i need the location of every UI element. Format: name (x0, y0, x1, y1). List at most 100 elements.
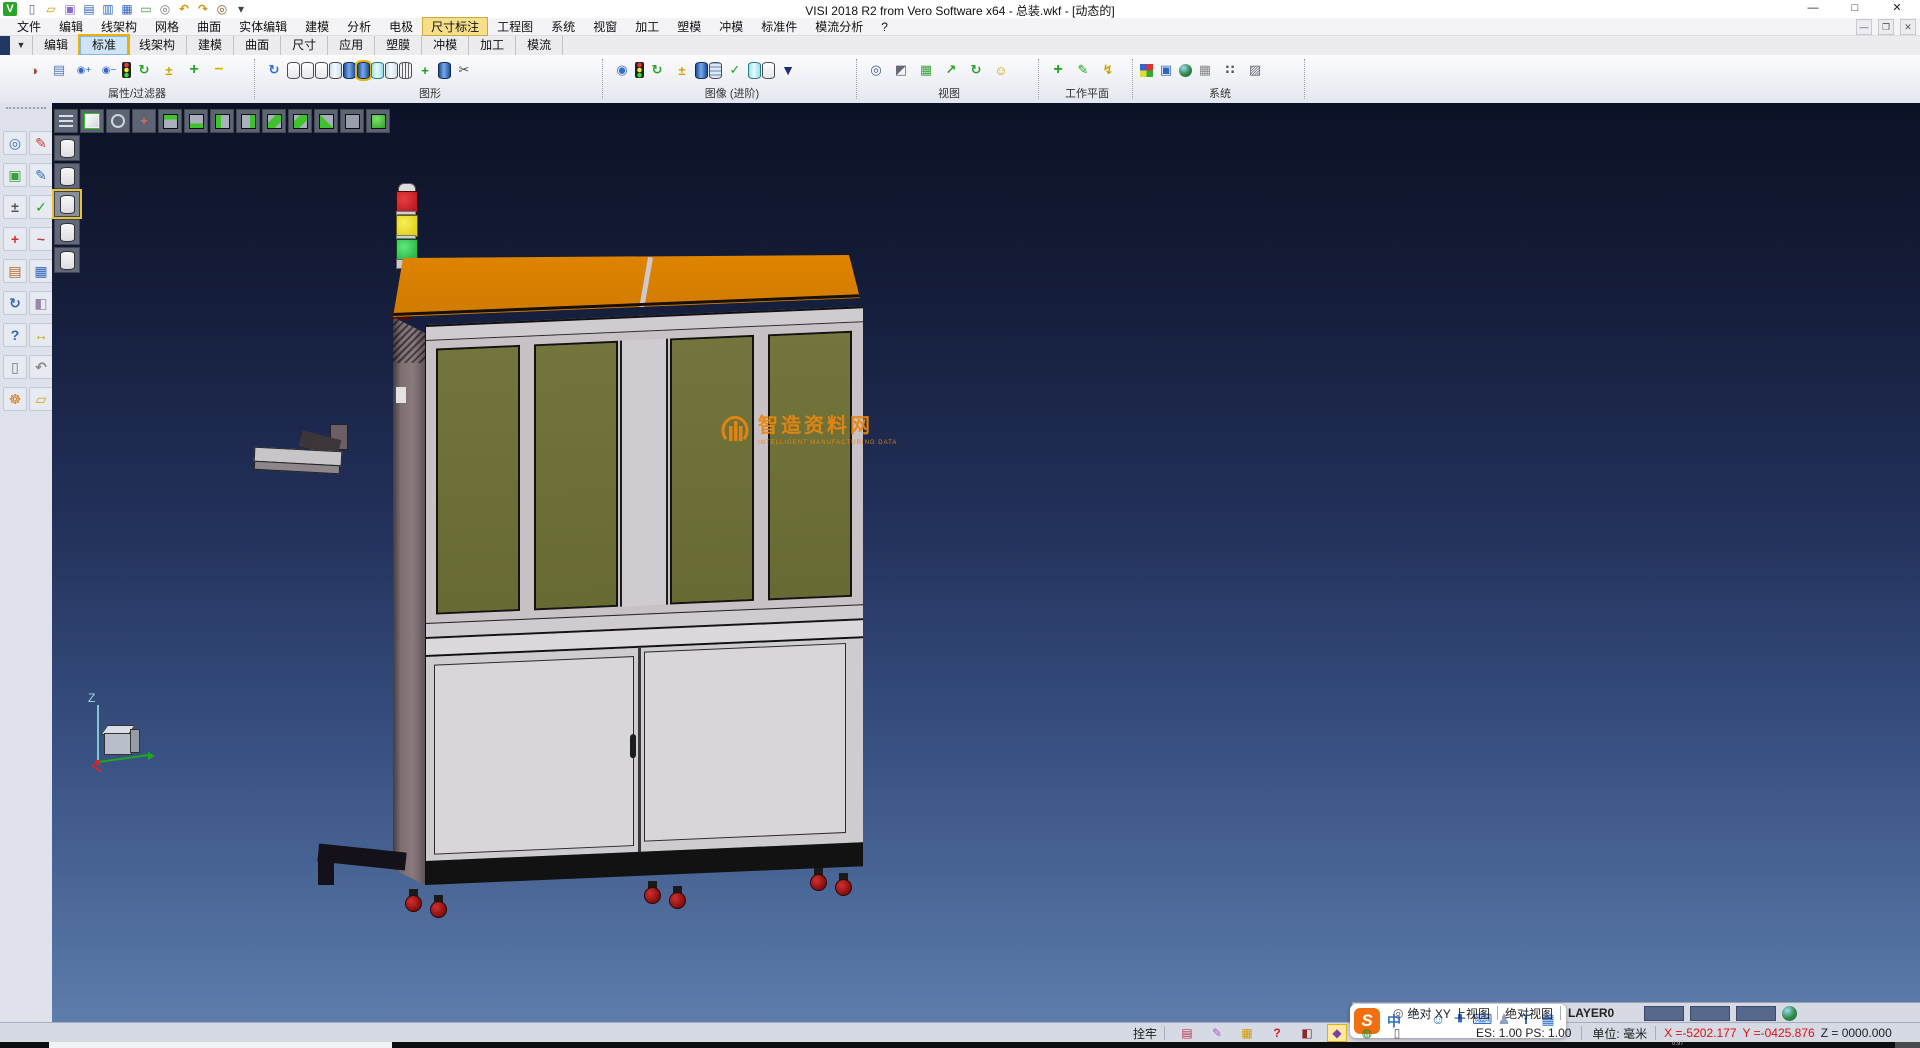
refresh-icon[interactable]: ↻ (3, 291, 27, 315)
menu-file[interactable]: 文件 (8, 17, 50, 36)
spline-icon[interactable]: ~ (29, 227, 53, 251)
tab-edit[interactable]: 编辑 (33, 36, 80, 55)
shading-add-icon[interactable]: + (413, 57, 437, 83)
save-as-icon[interactable]: ▥ (100, 1, 116, 17)
tab-mold[interactable]: 塑膜 (375, 36, 422, 55)
cube-top-view-icon[interactable] (158, 109, 182, 133)
workplane-lightning-icon[interactable]: ↯ (1096, 57, 1120, 83)
save-all-icon[interactable]: ▦ (119, 1, 135, 17)
page-preview-icon[interactable]: ▤ (47, 57, 71, 83)
taskbar-window[interactable] (49, 1042, 392, 1048)
mode-shaded-icon[interactable] (54, 191, 80, 217)
doc-close-button[interactable]: ✕ (1900, 19, 1916, 35)
graphics-tools-icon[interactable]: ✂ (452, 57, 476, 83)
sketch-curve-icon[interactable]: ✎ (29, 163, 53, 187)
active-cube-icon[interactable]: ◆ (1328, 1025, 1346, 1041)
cube-right-view-icon[interactable] (236, 109, 260, 133)
cube-arrow-icon[interactable]: ◧ (1298, 1025, 1316, 1041)
solid-cube-icon[interactable]: ◧ (29, 291, 53, 315)
mode-transparent-icon[interactable] (54, 219, 80, 245)
system-grid-icon[interactable]: ∷ (1218, 57, 1242, 83)
advanced-striped-icon[interactable] (709, 62, 722, 79)
snap-circle-icon[interactable]: ◍ (1358, 1025, 1376, 1041)
menu-standard-parts[interactable]: 标准件 (752, 17, 806, 36)
workplane-indicator[interactable]: 绝对 XY 上视图 (1407, 1005, 1489, 1022)
menu-mesh[interactable]: 网格 (146, 17, 188, 36)
traffic-light-icon[interactable] (122, 62, 131, 78)
eye-plus-icon[interactable]: + (182, 57, 206, 83)
advanced-check-icon[interactable]: ✓ (723, 57, 747, 83)
menu-system[interactable]: 系统 (542, 17, 584, 36)
system-globe-icon[interactable] (1179, 64, 1192, 77)
eye-refresh-icon[interactable]: ↻ (132, 57, 156, 83)
menu-help[interactable]: ? (872, 19, 897, 35)
print-icon[interactable]: ▭ (138, 1, 154, 17)
cube-bottom-view-icon[interactable] (184, 109, 208, 133)
system-screen-icon[interactable]: ▣ (1154, 57, 1178, 83)
zoom-icon[interactable] (106, 109, 130, 133)
tab-modeling[interactable]: 建模 (187, 36, 234, 55)
menu-edit[interactable]: 编辑 (50, 17, 92, 36)
mode-hidden-line-icon[interactable] (54, 163, 80, 189)
shading-copy-icon[interactable] (438, 62, 451, 79)
redo-icon[interactable]: ↷ (195, 1, 211, 17)
workplane-axes-icon[interactable]: + (1046, 57, 1070, 83)
undo-icon[interactable]: ↶ (176, 1, 192, 17)
advanced-shaded-icon[interactable] (695, 62, 708, 79)
eye-add-icon[interactable]: ◉+ (72, 57, 96, 83)
tab-die[interactable]: 冲模 (422, 36, 469, 55)
move-triad-icon[interactable]: + (3, 227, 27, 251)
mode-wireframe-icon[interactable] (54, 135, 80, 161)
funnel-icon[interactable]: ▼ (776, 57, 800, 83)
tab-wireframe[interactable]: 线架构 (128, 36, 187, 55)
tab-surface[interactable]: 曲面 (234, 36, 281, 55)
shading-transparent-icon[interactable] (371, 62, 384, 79)
tab-dropdown-button[interactable]: ▼ (10, 36, 33, 55)
window-layout-icon[interactable]: ▦ (29, 259, 53, 283)
attributes-books-icon[interactable]: ▤ (3, 259, 27, 283)
redraw-icon[interactable]: ↻ (262, 57, 286, 83)
tab-dimension[interactable]: 尺寸 (281, 36, 328, 55)
shading-dashed-icon[interactable] (315, 62, 328, 79)
mode-hatch-icon[interactable] (54, 247, 80, 273)
cube-back-view-icon[interactable] (288, 109, 312, 133)
open-file-icon[interactable]: ▱ (43, 1, 59, 17)
menu-electrode[interactable]: 电极 (380, 17, 422, 36)
close-button[interactable]: ✕ (1876, 0, 1918, 17)
menu-dimension[interactable]: 尺寸标注 (422, 17, 488, 36)
menu-wireframe[interactable]: 线架构 (92, 17, 146, 36)
cube-left-view-icon[interactable] (210, 109, 234, 133)
advanced-wireframe-icon[interactable] (762, 62, 775, 79)
status-button[interactable] (1644, 1006, 1684, 1021)
tab-machining[interactable]: 加工 (469, 36, 516, 55)
advanced-eye-plusminus-icon[interactable]: ± (670, 57, 694, 83)
viewport-3d[interactable]: + (52, 103, 1920, 1022)
eye-minus-icon[interactable]: − (207, 57, 231, 83)
fit-view-icon[interactable] (80, 109, 104, 133)
cube-iso-view-icon[interactable] (314, 109, 338, 133)
select-zoom-icon[interactable]: ◎ (3, 131, 27, 155)
view-indicator[interactable]: 绝对视图 (1505, 1005, 1553, 1022)
import-icon[interactable]: ▣ (62, 1, 78, 17)
open-folder-icon[interactable]: ▱ (29, 387, 53, 411)
status-button[interactable] (1736, 1006, 1776, 1021)
help-icon[interactable]: ? (3, 323, 27, 347)
toolbar-grip[interactable] (6, 107, 46, 112)
tab-application[interactable]: 应用 (328, 36, 375, 55)
layer-indicator[interactable]: LAYER0 (1568, 1006, 1614, 1020)
erase-pencil-icon[interactable]: ✎ (29, 131, 53, 155)
grid-snap-icon[interactable]: ▦ (1238, 1025, 1256, 1041)
menu-machining[interactable]: 加工 (626, 17, 668, 36)
cube-iso2-view-icon[interactable] (340, 109, 364, 133)
status-button[interactable] (1690, 1006, 1730, 1021)
menu-solid-edit[interactable]: 实体编辑 (230, 17, 296, 36)
system-colors-icon[interactable] (1140, 64, 1153, 77)
zoom-view-icon[interactable]: ◎ (864, 57, 888, 83)
confirm-check-icon[interactable]: ✓ (29, 195, 53, 219)
advanced-refresh-icon[interactable]: ↻ (645, 57, 669, 83)
search-icon[interactable]: ◎ (214, 1, 230, 17)
rotate-view-icon[interactable]: ↻ (964, 57, 988, 83)
tab-standard[interactable]: 标准 (80, 36, 128, 55)
menu-moldflow[interactable]: 模流分析 (806, 17, 872, 36)
panel-box-icon[interactable]: ▯ (1388, 1025, 1406, 1041)
